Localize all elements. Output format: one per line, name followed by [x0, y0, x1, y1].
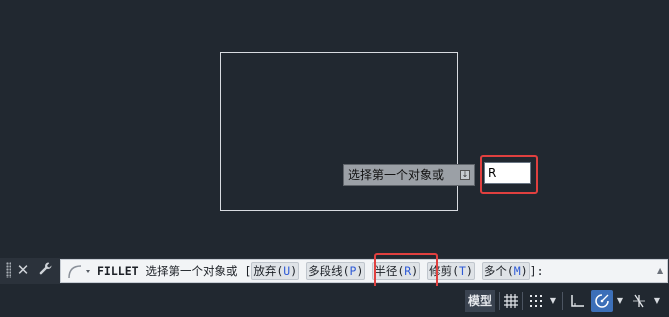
recent-commands-icon[interactable] [65, 262, 95, 280]
rectangle-object[interactable] [220, 52, 458, 211]
dynamic-prompt-text: 选择第一个对象或 [348, 168, 445, 182]
drawing-canvas[interactable]: 选择第一个对象或 ↓ R [0, 0, 669, 258]
option-close-bracket: ]: [529, 264, 544, 278]
snap-dropdown-icon[interactable]: ▼ [548, 290, 558, 312]
status-separator [499, 292, 500, 310]
model-space-button[interactable]: 模型 [465, 290, 495, 312]
option-open-bracket: [ [244, 264, 252, 278]
command-name: FILLET [97, 264, 139, 278]
option-undo[interactable]: 放弃(U) [251, 262, 300, 280]
command-history-arrow-icon[interactable]: ▲ [657, 265, 665, 277]
ortho-icon[interactable] [567, 290, 587, 312]
isodraft-icon[interactable] [629, 290, 649, 312]
option-multiple[interactable]: 多个(M) [481, 262, 530, 280]
isodraft-dropdown-icon[interactable]: ▼ [652, 290, 662, 312]
command-line-input[interactable]: FILLET 选择第一个对象或 [放弃(U) 多段线(P) 半径(R) 修剪(T… [60, 259, 668, 283]
option-polyline[interactable]: 多段线(P) [306, 262, 366, 280]
status-separator [522, 292, 523, 310]
command-prompt-text: FILLET 选择第一个对象或 [放弃(U) 多段线(P) 半径(R) 修剪(T… [97, 260, 544, 282]
polar-tracking-icon[interactable] [591, 290, 613, 312]
command-line-bar: ✕ FILLET 选择第一个对象或 [放弃(U) 多段线(P) 半径(R) 修剪… [0, 258, 669, 284]
drag-handle-icon[interactable] [6, 262, 11, 278]
status-bar: 模型 ▼ ▼ ▼ [0, 286, 669, 314]
close-icon[interactable]: ✕ [16, 261, 30, 279]
command-prompt: 选择第一个对象或 [145, 264, 238, 278]
highlight-box-input [480, 155, 538, 194]
grid-icon[interactable] [502, 290, 520, 312]
options-menu-icon[interactable]: ↓ [460, 170, 470, 180]
polar-dropdown-icon[interactable]: ▼ [615, 290, 625, 312]
wrench-icon[interactable] [37, 261, 55, 279]
snap-mode-icon[interactable] [526, 290, 546, 312]
status-separator [562, 292, 563, 310]
dynamic-input-prompt: 选择第一个对象或 ↓ [343, 164, 475, 186]
